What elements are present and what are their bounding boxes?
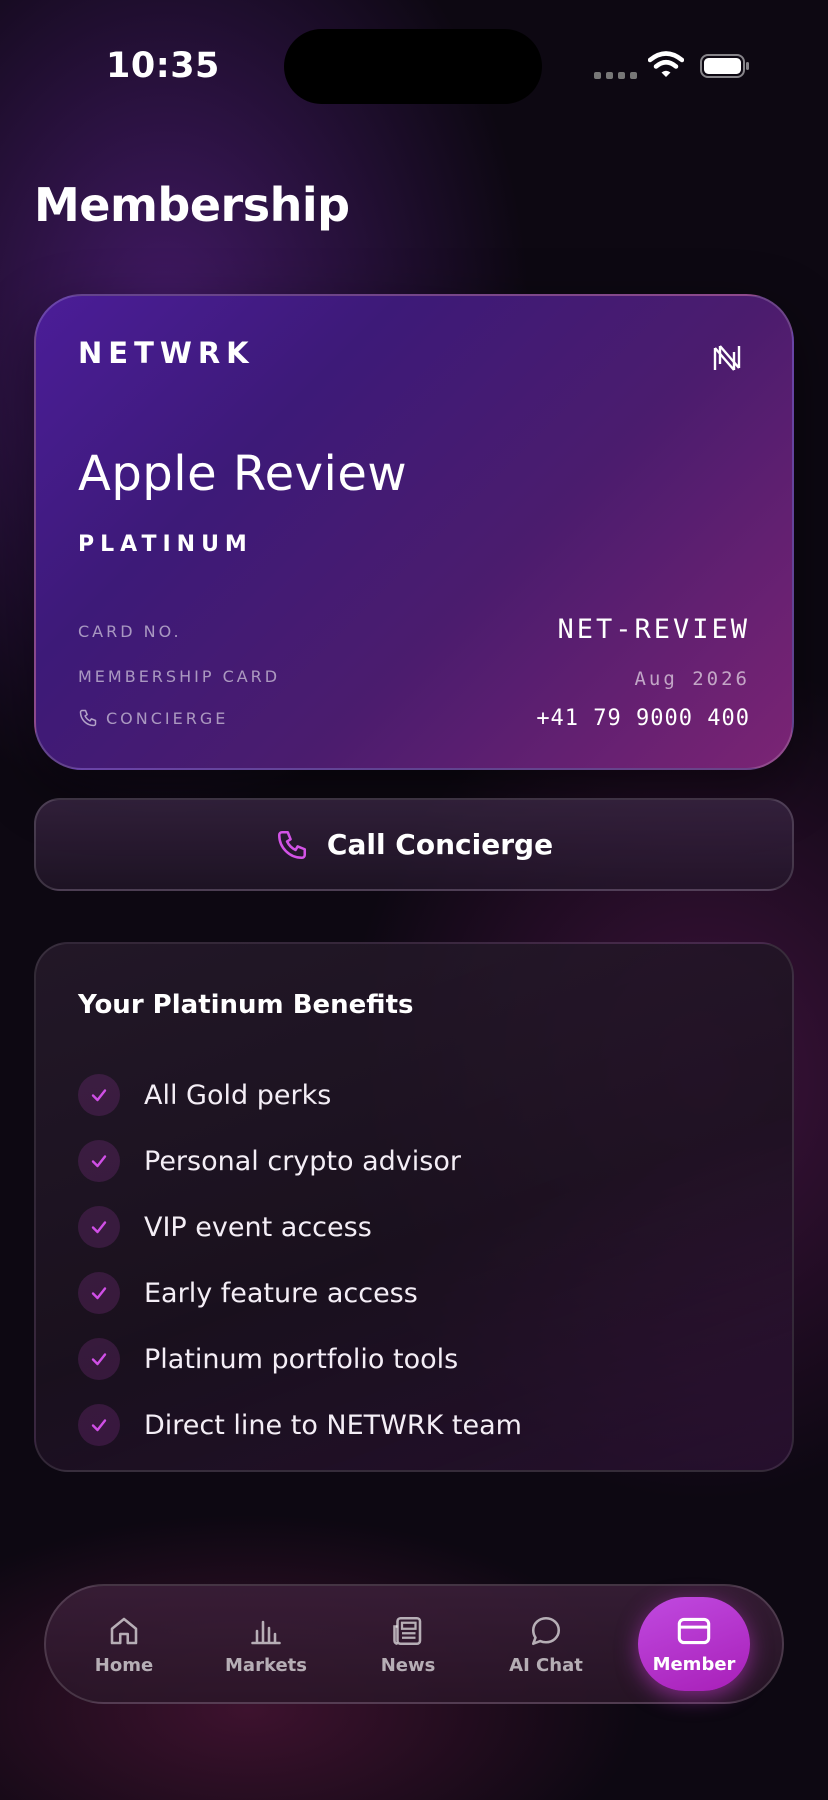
battery-icon bbox=[700, 54, 749, 78]
tab-bar: Home Markets News AI Chat Member bbox=[44, 1584, 784, 1704]
benefit-item: All Gold perks bbox=[78, 1062, 522, 1128]
concierge-label: CONCIERGE bbox=[106, 708, 229, 728]
check-icon bbox=[78, 1272, 120, 1314]
check-icon bbox=[78, 1338, 120, 1380]
tab-ai-chat[interactable]: AI Chat bbox=[486, 1586, 606, 1702]
benefit-text: Personal crypto advisor bbox=[144, 1145, 461, 1177]
benefit-text: Direct line to NETWRK team bbox=[144, 1409, 522, 1441]
benefit-item: Platinum portfolio tools bbox=[78, 1326, 522, 1392]
benefit-text: Platinum portfolio tools bbox=[144, 1343, 459, 1375]
check-icon bbox=[78, 1404, 120, 1446]
benefit-item: Early feature access bbox=[78, 1260, 522, 1326]
tab-member[interactable]: Member bbox=[638, 1597, 750, 1691]
card-number-value: NET-REVIEW bbox=[557, 614, 750, 645]
benefit-text: All Gold perks bbox=[144, 1079, 332, 1111]
wifi-icon bbox=[648, 51, 684, 77]
nfc-icon bbox=[713, 345, 741, 371]
benefits-panel: Your Platinum Benefits All Gold perks Pe… bbox=[34, 942, 794, 1472]
phone-icon bbox=[79, 709, 97, 727]
card-number-label: CARD NO. bbox=[78, 622, 182, 641]
membership-card: NETWRK Apple Review PLATINUM CARD NO. ME… bbox=[34, 294, 794, 770]
membership-card-label: MEMBERSHIP CARD bbox=[78, 667, 281, 686]
tab-markets-label: Markets bbox=[225, 1654, 307, 1676]
chat-bubble-icon bbox=[531, 1616, 561, 1645]
benefit-item: VIP event access bbox=[78, 1194, 522, 1260]
check-icon bbox=[78, 1140, 120, 1182]
newspaper-icon bbox=[393, 1616, 422, 1645]
tab-home[interactable]: Home bbox=[64, 1586, 184, 1702]
benefits-list: All Gold perks Personal crypto advisor V… bbox=[78, 1062, 522, 1458]
dynamic-island bbox=[284, 29, 542, 104]
status-time: 10:35 bbox=[106, 46, 220, 86]
benefit-item: Direct line to NETWRK team bbox=[78, 1392, 522, 1458]
home-icon bbox=[110, 1617, 138, 1644]
card-holder-name: Apple Review bbox=[78, 446, 408, 502]
tab-ai-chat-label: AI Chat bbox=[509, 1654, 583, 1676]
page-title: Membership bbox=[34, 178, 350, 232]
tab-markets[interactable]: Markets bbox=[206, 1586, 326, 1702]
benefit-text: Early feature access bbox=[144, 1277, 418, 1309]
card-icon bbox=[677, 1617, 711, 1644]
card-tier: PLATINUM bbox=[78, 532, 253, 557]
tab-home-label: Home bbox=[94, 1654, 154, 1676]
bar-chart-icon bbox=[251, 1620, 281, 1644]
signal-icon bbox=[594, 72, 637, 79]
tab-news-label: News bbox=[380, 1654, 436, 1676]
card-brand: NETWRK bbox=[78, 336, 255, 370]
benefit-item: Personal crypto advisor bbox=[78, 1128, 522, 1194]
phone-icon bbox=[277, 830, 306, 859]
tab-news[interactable]: News bbox=[348, 1586, 468, 1702]
benefits-title: Your Platinum Benefits bbox=[78, 990, 414, 1020]
concierge-label-row: CONCIERGE bbox=[78, 708, 228, 728]
check-icon bbox=[78, 1074, 120, 1116]
call-concierge-button[interactable]: Call Concierge bbox=[34, 798, 794, 891]
membership-date-value: Aug 2026 bbox=[634, 668, 750, 690]
concierge-phone-value[interactable]: +41 79 9000 400 bbox=[536, 706, 750, 731]
benefit-text: VIP event access bbox=[144, 1211, 372, 1243]
call-concierge-label: Call Concierge bbox=[326, 828, 554, 861]
check-icon bbox=[78, 1206, 120, 1248]
tab-member-label: Member bbox=[652, 1653, 736, 1675]
